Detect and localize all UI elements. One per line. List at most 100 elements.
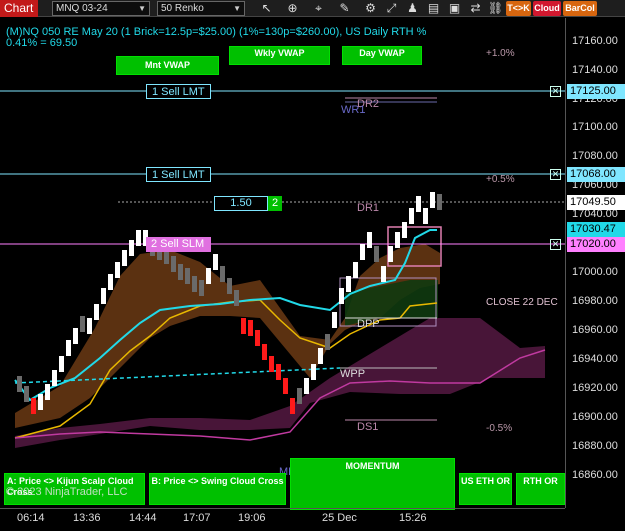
tk-button[interactable]: T<>K <box>506 1 531 16</box>
y-tick: 16880.00 <box>572 440 618 452</box>
minus05-label: -0.5% <box>486 423 513 434</box>
crosshair-icon[interactable]: ⌖ <box>310 1 327 16</box>
renko-brick <box>311 364 316 380</box>
renko-brick <box>213 254 218 270</box>
y-tick: 16860.00 <box>572 469 618 481</box>
sell-lmt-1-price[interactable]: 17125.00 <box>567 84 625 99</box>
sell-slm-price[interactable]: 17020.00 <box>567 237 625 252</box>
price-chart-canvas <box>0 90 565 448</box>
instrument-select[interactable]: MNQ 03-24 ▼ <box>52 1 150 16</box>
weekly-vwap-button[interactable]: Wkly VWAP <box>229 46 330 65</box>
last-price-label: 17049.50 <box>567 195 625 210</box>
renko-brick <box>234 290 239 306</box>
sell-lmt-1-label[interactable]: 1 Sell LMT <box>146 84 211 99</box>
renko-brick <box>199 280 204 296</box>
y-tick: 16900.00 <box>572 411 618 423</box>
renko-brick <box>108 274 113 290</box>
sell-slm-label[interactable]: 2 Sell SLM <box>146 237 211 252</box>
renko-brick <box>304 378 309 394</box>
renko-brick <box>409 208 414 224</box>
y-tick: 16960.00 <box>572 324 618 336</box>
kijun-cloud-brown <box>15 244 440 428</box>
renko-brick <box>59 356 64 372</box>
renko-brick <box>220 266 225 282</box>
plus05-label: +0.5% <box>486 174 515 185</box>
renko-brick <box>38 394 43 410</box>
cancel-order-icon[interactable]: ✕ <box>550 239 561 250</box>
renko-brick <box>94 304 99 320</box>
barcol-button[interactable]: BarCol <box>563 1 597 16</box>
sell-lmt-2-label[interactable]: 1 Sell LMT <box>146 167 211 182</box>
renko-brick <box>367 232 372 248</box>
renko-brick <box>360 244 365 260</box>
y-tick: 17000.00 <box>572 266 618 278</box>
renko-brick <box>374 246 379 262</box>
position-price[interactable]: 1.50 <box>214 196 268 211</box>
bar-type-select[interactable]: 50 Renko ▼ <box>157 1 245 16</box>
trade-icon[interactable]: ⇄ <box>467 1 484 16</box>
renko-brick <box>87 318 92 334</box>
renko-brick <box>136 230 141 246</box>
chart-plot-area[interactable]: (M)NQ 050 RE May 20 (1 Brick=12.5p=$25.0… <box>0 18 565 510</box>
properties-icon[interactable]: ⚙ <box>362 1 379 16</box>
x-tick: 17:07 <box>183 512 211 524</box>
x-tick: 25 Dec <box>322 512 357 524</box>
y-tick: 17160.00 <box>572 35 618 47</box>
renko-brick <box>45 384 50 400</box>
renko-brick <box>318 348 323 364</box>
renko-brick <box>353 262 358 278</box>
renko-brick <box>227 278 232 294</box>
renko-brick <box>206 268 211 284</box>
sell-lmt-2-price[interactable]: 17068.00 <box>567 167 625 182</box>
dr1-label: DR1 <box>357 202 380 214</box>
renko-brick <box>262 344 267 360</box>
y-tick: 16920.00 <box>572 382 618 394</box>
renko-brick <box>248 320 253 336</box>
renko-brick <box>395 232 400 248</box>
draw-icon[interactable]: ✎ <box>336 1 353 16</box>
position-qty[interactable]: 2 <box>268 196 282 211</box>
renko-brick <box>269 356 274 372</box>
x-tick: 06:14 <box>17 512 45 524</box>
chevron-down-icon: ▼ <box>233 4 241 13</box>
renko-brick <box>402 222 407 238</box>
y-tick: 16980.00 <box>572 295 618 307</box>
current-price-label: 17030.47 <box>567 222 625 237</box>
y-tick: 17100.00 <box>572 121 618 133</box>
renko-brick <box>171 256 176 272</box>
swing-cloud-cross-button[interactable]: B: Price <> Swing Cloud Cross <box>149 473 286 505</box>
daily-vwap-button[interactable]: Day VWAP <box>342 46 422 65</box>
us-eth-or-button[interactable]: US ETH OR <box>459 473 512 505</box>
indicators-icon[interactable]: ⤢ <box>383 1 400 16</box>
data-box-icon[interactable]: ▣ <box>446 1 463 16</box>
x-tick: 19:06 <box>238 512 266 524</box>
cancel-order-icon[interactable]: ✕ <box>550 86 561 97</box>
y-tick: 17080.00 <box>572 150 618 162</box>
dpp-label: DPP <box>357 318 380 330</box>
zoom-in-icon[interactable]: ⊕ <box>284 1 301 16</box>
time-axis[interactable]: 06:14 13:36 14:44 17:07 19:06 25 Dec 15:… <box>0 508 565 531</box>
renko-brick <box>283 378 288 394</box>
monthly-vwap-button[interactable]: Mnt VWAP <box>116 56 219 75</box>
strategy-icon[interactable]: ♟ <box>404 1 421 16</box>
x-tick: 14:44 <box>129 512 157 524</box>
renko-brick <box>66 340 71 356</box>
cursor-icon[interactable]: ↖ <box>258 1 275 16</box>
copyright-text: © 2023 NinjaTrader, LLC <box>6 486 128 498</box>
renko-brick <box>423 208 428 224</box>
chart-header-line2: 0.41% = 69.50 <box>6 37 78 49</box>
x-tick: 13:36 <box>73 512 101 524</box>
renko-brick <box>332 312 337 328</box>
renko-brick <box>17 376 22 392</box>
bar-type-value: 50 Renko <box>161 3 204 14</box>
momentum-button[interactable]: MOMENTUM <box>290 458 455 510</box>
renko-brick <box>178 264 183 280</box>
rth-or-button[interactable]: RTH OR <box>516 473 565 505</box>
cloud-button[interactable]: Cloud <box>533 1 561 16</box>
renko-brick <box>24 386 29 402</box>
wr1-label: WR1 <box>341 104 366 116</box>
templates-icon[interactable]: ▤ <box>425 1 442 16</box>
ds1-label: DS1 <box>357 421 379 433</box>
link-icon[interactable]: ⛓ <box>487 1 504 16</box>
cancel-order-icon[interactable]: ✕ <box>550 169 561 180</box>
